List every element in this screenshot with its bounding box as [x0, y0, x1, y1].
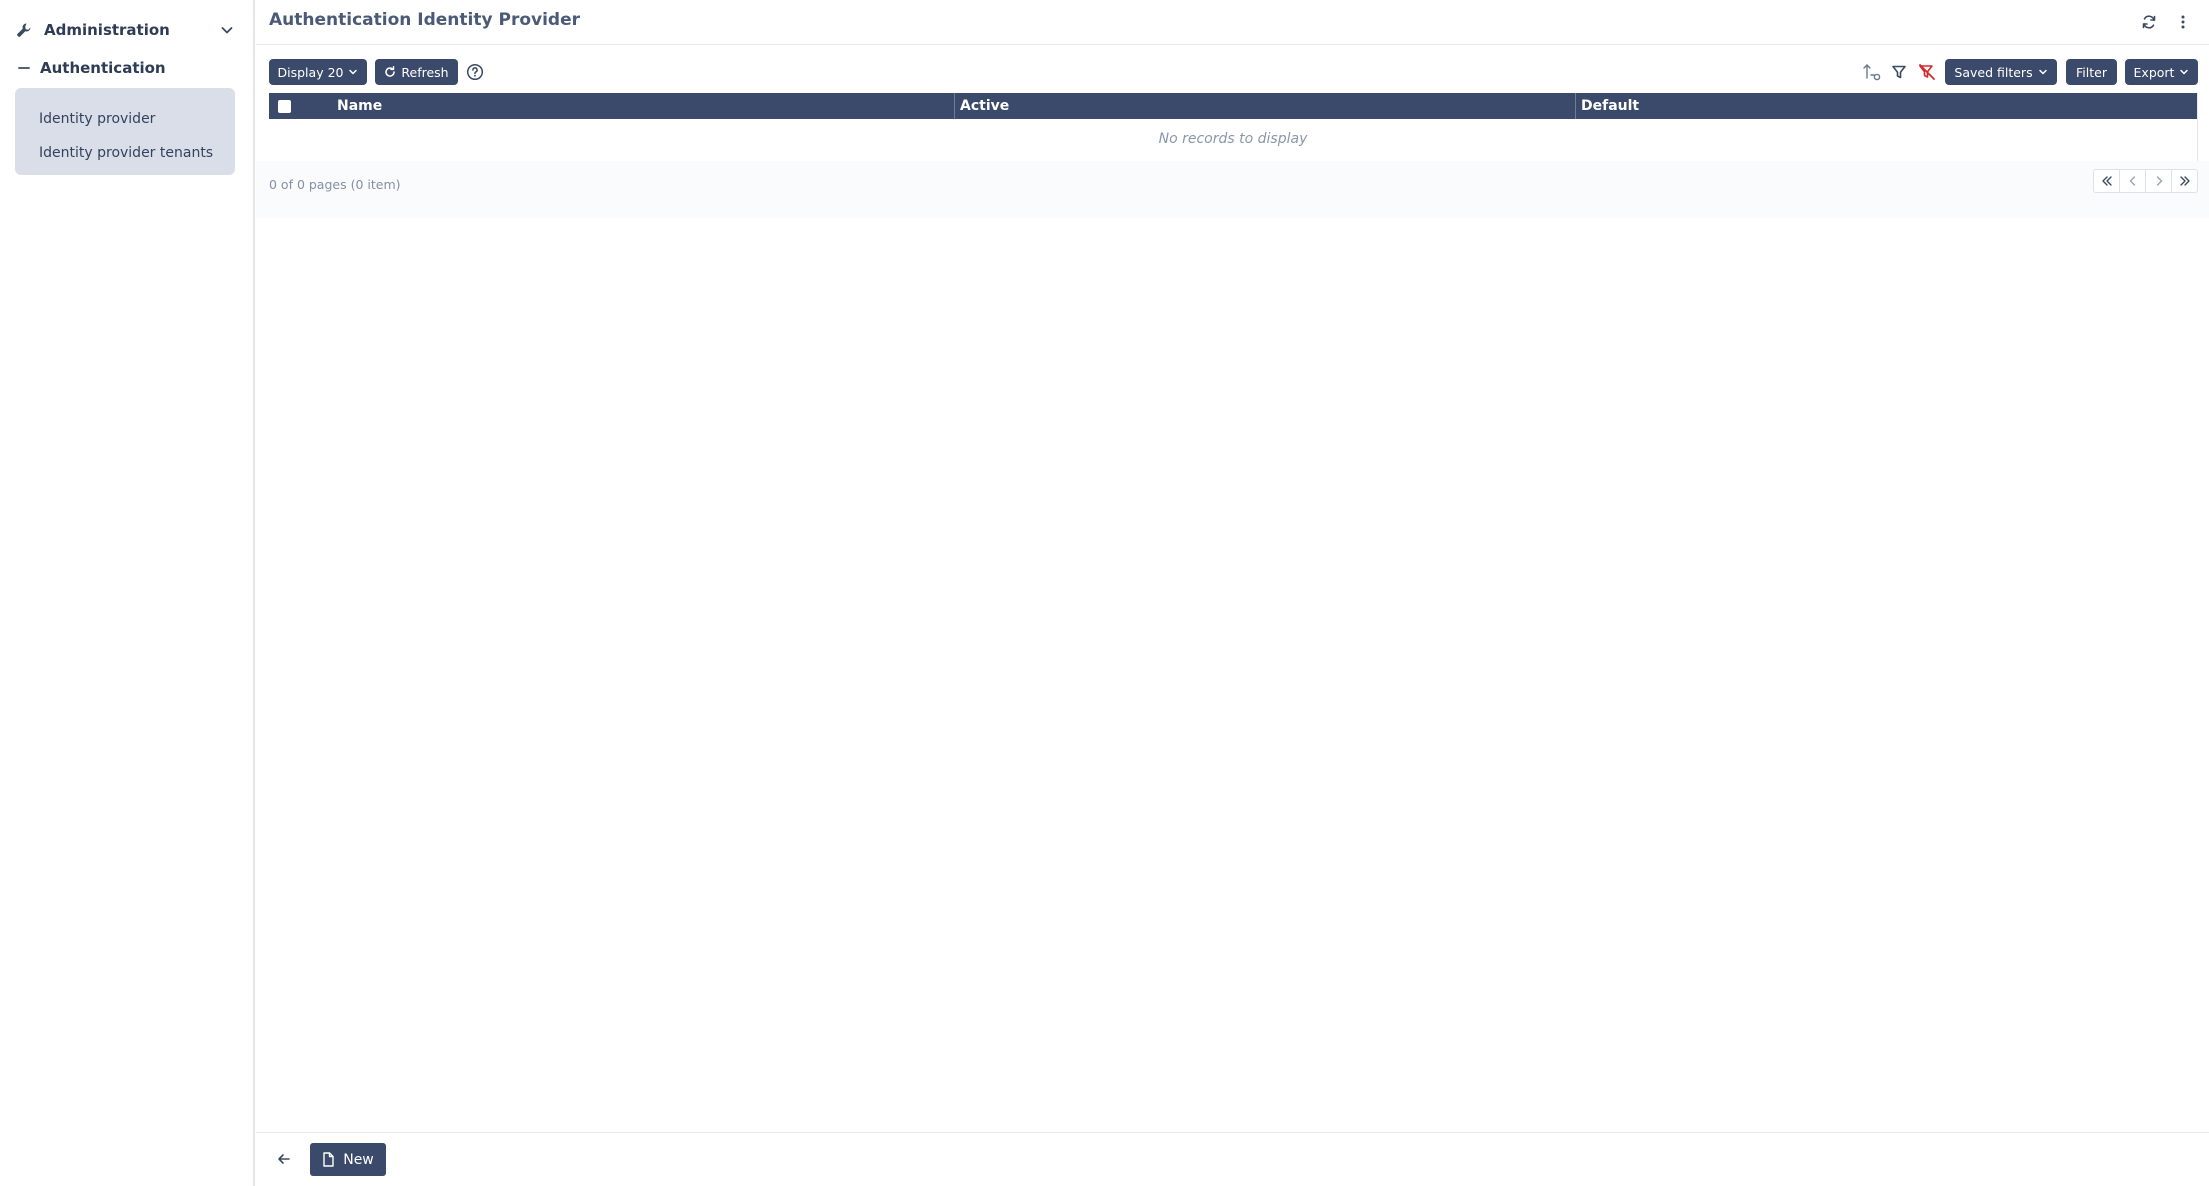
chevron-down-icon — [2038, 67, 2048, 77]
chevron-down-icon — [220, 23, 234, 37]
column-header-default[interactable]: Default — [1575, 93, 2198, 119]
sync-icon[interactable] — [2138, 11, 2160, 33]
column-header-name[interactable]: Name — [332, 93, 953, 119]
last-page-button[interactable] — [2172, 170, 2197, 192]
empty-message: No records to display — [1158, 131, 1308, 147]
sidebar: Administration Authentication Identity p… — [0, 0, 255, 1186]
previous-page-button[interactable] — [2120, 170, 2146, 192]
select-all-checkbox[interactable] — [278, 100, 291, 113]
data-table: Name Active Default No records to displa… — [269, 93, 2198, 161]
sidebar-item-label: Identity provider — [39, 111, 156, 127]
sidebar-item-label: Identity provider tenants — [39, 145, 214, 161]
refresh-button[interactable]: Refresh — [375, 59, 458, 85]
sidebar-submenu: Identity provider Identity provider tena… — [15, 88, 235, 175]
funnel-clear-icon[interactable] — [1916, 61, 1938, 83]
refresh-icon — [384, 66, 396, 78]
saved-filters-dropdown[interactable]: Saved filters — [1945, 59, 2057, 85]
chevron-left-icon — [2129, 176, 2135, 186]
funnel-icon[interactable] — [1888, 61, 1910, 83]
new-button[interactable]: New — [310, 1143, 386, 1176]
export-dropdown[interactable]: Export — [2125, 59, 2198, 85]
table-header: Name Active Default — [269, 93, 2197, 119]
chevrons-right-icon — [2179, 176, 2190, 186]
top-bar: Authentication Identity Provider — [256, 0, 2209, 45]
refresh-label: Refresh — [401, 64, 449, 80]
display-count-dropdown[interactable]: Display 20 — [269, 59, 367, 85]
pagination-summary: 0 of 0 pages (0 item) — [269, 177, 401, 192]
export-label: Export — [2133, 64, 2175, 80]
display-count-label: Display 20 — [277, 64, 344, 80]
sort-options-icon[interactable] — [1861, 61, 1883, 83]
file-icon — [322, 1152, 335, 1167]
more-vertical-icon[interactable] — [2172, 11, 2194, 33]
saved-filters-label: Saved filters — [1954, 64, 2033, 80]
footer-bar: New — [256, 1132, 2209, 1186]
wrench-icon — [16, 22, 32, 38]
first-page-button[interactable] — [2094, 170, 2120, 192]
chevrons-left-icon — [2101, 176, 2112, 186]
sidebar-group-authentication[interactable]: Authentication — [18, 56, 234, 80]
sidebar-section-administration[interactable]: Administration — [16, 18, 234, 42]
column-header-active[interactable]: Active — [954, 93, 1575, 119]
filter-label: Filter — [2076, 64, 2107, 80]
sidebar-group-label: Authentication — [40, 59, 166, 77]
page-title: Authentication Identity Provider — [269, 10, 580, 30]
chevron-down-icon — [2179, 67, 2189, 77]
pagination-bar — [256, 161, 2209, 218]
minus-icon — [18, 62, 30, 74]
arrow-left-icon — [278, 1154, 290, 1164]
filter-button[interactable]: Filter — [2066, 59, 2117, 85]
help-circle-icon[interactable] — [464, 61, 486, 83]
next-page-button[interactable] — [2146, 170, 2172, 192]
new-button-label: New — [343, 1151, 374, 1168]
back-button[interactable] — [272, 1147, 296, 1171]
sidebar-section-label: Administration — [44, 21, 170, 39]
chevron-right-icon — [2156, 176, 2162, 186]
sidebar-item-identity-provider[interactable]: Identity provider — [15, 102, 235, 136]
sidebar-item-identity-provider-tenants[interactable]: Identity provider tenants — [15, 136, 235, 170]
chevron-down-icon — [348, 67, 358, 77]
pagination-controls — [2093, 169, 2198, 193]
